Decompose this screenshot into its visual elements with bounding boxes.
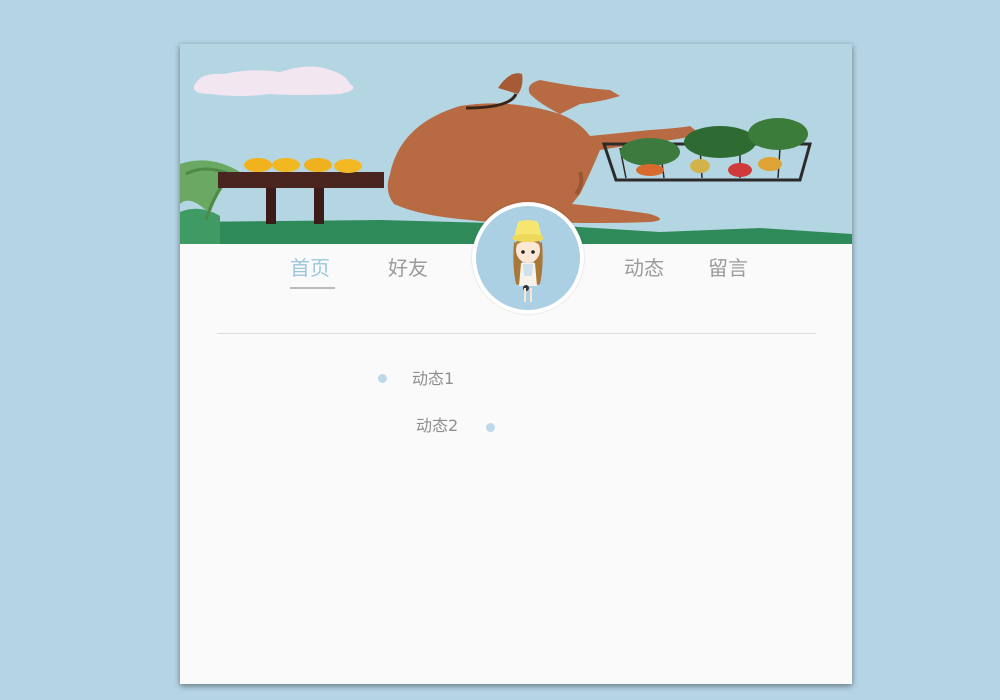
avatar-girl-icon: [476, 206, 580, 310]
nav-tab-home[interactable]: 首页: [290, 256, 330, 280]
nav-tab-friends[interactable]: 好友: [388, 256, 428, 280]
nav-tab-activity[interactable]: 动态: [624, 256, 664, 280]
timeline-item[interactable]: 动态2: [416, 416, 458, 436]
timeline-dot: [486, 423, 495, 432]
timeline-dot: [378, 374, 387, 383]
divider: [217, 333, 816, 334]
avatar[interactable]: [472, 202, 584, 314]
timeline-item[interactable]: 动态1: [412, 369, 454, 389]
nav-tab-messages[interactable]: 留言: [708, 256, 748, 280]
profile-card: 首页 好友 动态 留言 动态1 动态2: [180, 44, 852, 684]
nav-active-underline: [290, 287, 335, 289]
